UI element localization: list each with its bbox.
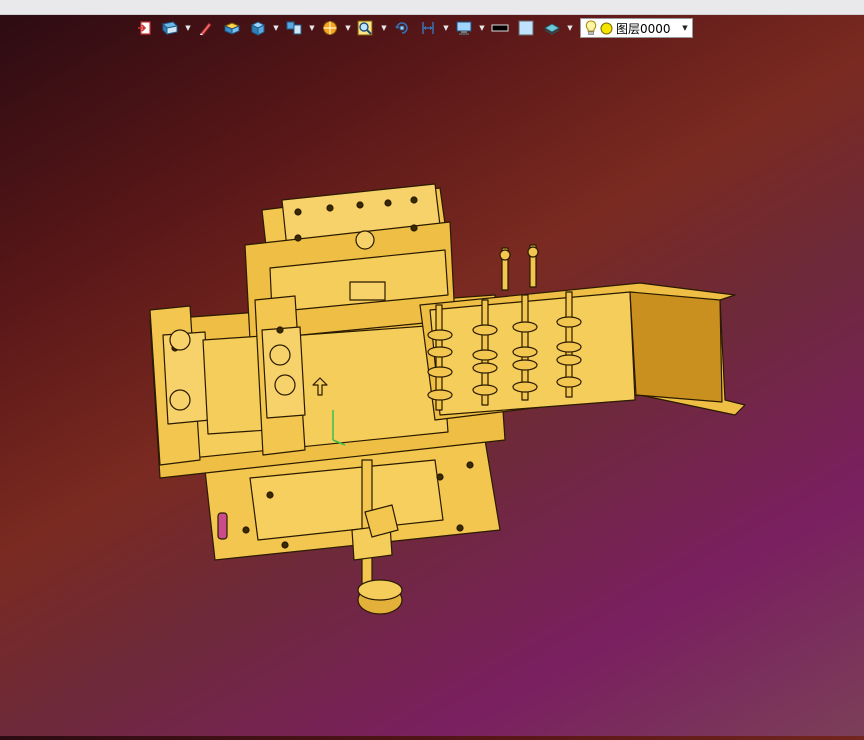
render-style-icon[interactable] <box>318 17 342 39</box>
chevron-down-icon[interactable]: ▼ <box>478 17 486 39</box>
chevron-down-icon[interactable]: ▼ <box>308 17 316 39</box>
lightbulb-icon[interactable] <box>585 20 597 36</box>
layer-select-value: 图层0000 <box>616 21 671 36</box>
layer-select[interactable]: 图层0000 ▼ <box>580 18 693 38</box>
layer-color-dot-icon <box>600 22 613 34</box>
cube-view-icon[interactable] <box>246 17 270 39</box>
chevron-down-icon[interactable]: ▼ <box>442 17 450 39</box>
display-settings-icon[interactable] <box>452 17 476 39</box>
line-color-swatch[interactable] <box>488 17 512 39</box>
sketch-pen-icon[interactable] <box>194 17 218 39</box>
3d-viewport[interactable] <box>0 42 864 736</box>
chevron-down-icon[interactable]: ▼ <box>272 17 280 39</box>
main-toolbar: ▼ ▼ ▼ ▼ ▼ ▼ ▼ ▼ 图层0000 ▼ <box>132 16 693 40</box>
chevron-down-icon[interactable]: ▼ <box>380 17 388 39</box>
chevron-down-icon[interactable]: ▼ <box>566 17 574 39</box>
sensor-pins <box>499 244 539 291</box>
zoom-fit-icon[interactable] <box>354 17 378 39</box>
base-slot <box>217 512 228 540</box>
layer-manager-icon[interactable] <box>540 17 564 39</box>
rotate-view-icon[interactable] <box>390 17 414 39</box>
exit-icon[interactable] <box>132 17 156 39</box>
view-orientation-icon[interactable] <box>158 17 182 39</box>
chevron-down-icon[interactable]: ▼ <box>184 17 192 39</box>
multi-view-icon[interactable] <box>282 17 306 39</box>
fill-color-swatch[interactable] <box>514 17 538 39</box>
chevron-down-icon[interactable]: ▼ <box>678 24 692 32</box>
dimension-icon[interactable] <box>416 17 440 39</box>
top-nut <box>355 230 375 250</box>
cad-model-drawing <box>149 183 746 615</box>
chevron-down-icon[interactable]: ▼ <box>344 17 352 39</box>
window-title-bar <box>0 0 864 15</box>
solid-shape-icon[interactable] <box>220 17 244 39</box>
